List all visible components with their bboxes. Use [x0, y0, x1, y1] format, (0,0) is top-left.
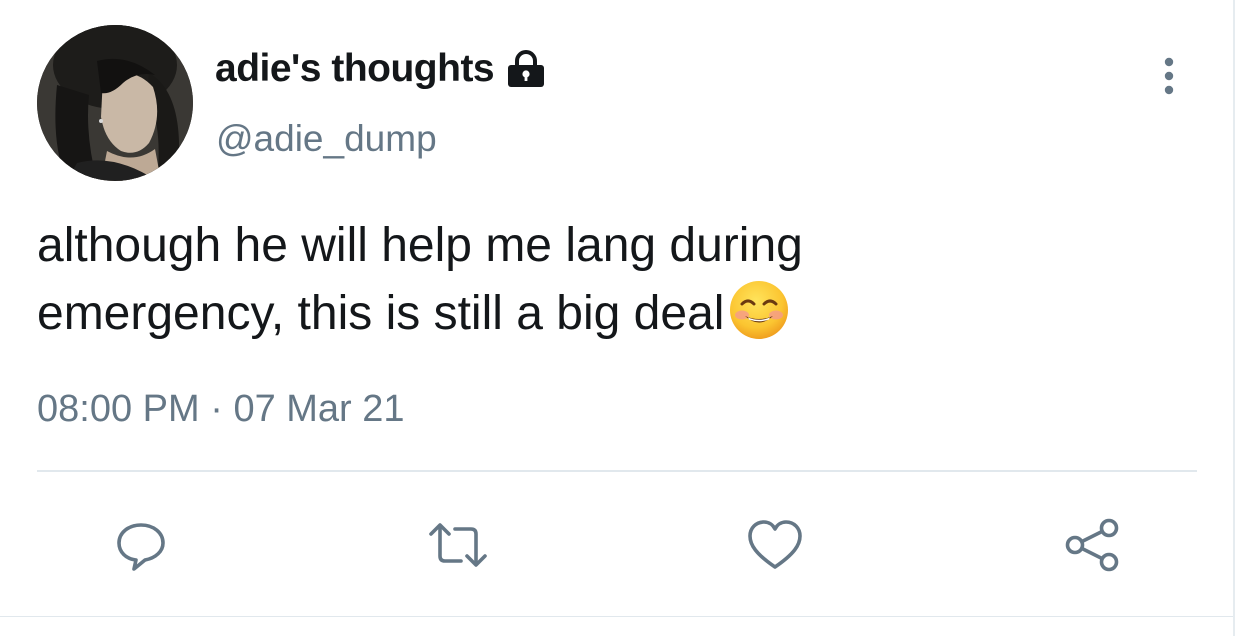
timestamp-separator: ·: [199, 388, 234, 430]
tweet-text-line-2: emergency, this is still a big deal: [37, 287, 725, 340]
retweet-icon: [427, 516, 489, 574]
display-name[interactable]: adie's thoughts: [215, 47, 495, 91]
bottom-divider: [0, 616, 1235, 617]
heart-icon: [746, 518, 804, 572]
display-name-row: adie's thoughts: [215, 44, 548, 94]
timestamp[interactable]: 08:00 PM · 07 Mar 21: [37, 388, 405, 431]
avatar[interactable]: [37, 25, 193, 181]
reply-button[interactable]: [111, 515, 171, 575]
divider: [37, 470, 1197, 472]
tweet-time: 08:00 PM: [37, 388, 200, 430]
reply-icon: [112, 516, 170, 574]
tweet-text-line-1: although he will help me lang during: [37, 219, 803, 272]
tweet-text: although he will help me lang during emer…: [37, 212, 1197, 347]
more-vertical-icon[interactable]: [1155, 56, 1183, 96]
retweet-button[interactable]: [428, 515, 488, 575]
tweet-card: adie's thoughts @adie_dump although he w…: [0, 0, 1235, 636]
share-icon: [1062, 514, 1124, 576]
lock-icon: [504, 49, 548, 89]
user-handle[interactable]: @adie_dump: [216, 118, 437, 160]
tweet-date: 07 Mar 21: [233, 388, 405, 430]
share-button[interactable]: [1063, 515, 1123, 575]
like-button[interactable]: [745, 515, 805, 575]
smiling-face-emoji-icon: [728, 279, 790, 341]
